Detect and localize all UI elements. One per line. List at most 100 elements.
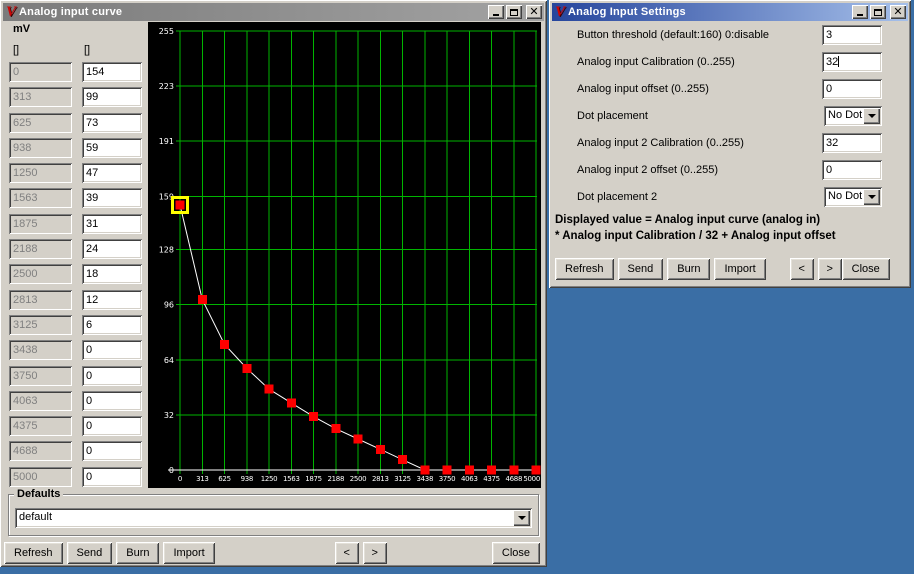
close-button[interactable]: Close — [492, 542, 540, 564]
minimize-button[interactable] — [488, 5, 504, 19]
dot-placement-dropdown[interactable]: No Dot — [824, 106, 882, 126]
curve-value-input[interactable]: 99 — [82, 87, 142, 107]
table-row: 187531 — [9, 214, 143, 234]
curve-value-input[interactable]: 73 — [82, 113, 142, 133]
analog-input-2-calibration-0-255-input[interactable]: 32 — [822, 133, 882, 153]
settings-button-row: RefreshSendBurnImport <> Close — [555, 258, 907, 280]
burn-button[interactable]: Burn — [116, 542, 159, 564]
button-threshold-default-160-0-disable-input[interactable]: 3 — [822, 25, 882, 45]
settings-field-row: Dot placement 2 No Dot — [552, 184, 908, 211]
refresh-button[interactable]: Refresh — [555, 258, 614, 280]
table-row: 2813 12 — [9, 290, 143, 310]
defaults-selected-value: default — [19, 511, 52, 523]
curve-value-input[interactable]: 154 — [82, 62, 142, 82]
curve-value-input[interactable]: 12 — [82, 290, 142, 310]
svg-text:128: 128 — [159, 246, 174, 255]
table-row: 40630 — [9, 391, 143, 411]
curve-value-input[interactable]: 24 — [82, 239, 142, 259]
maximize-icon — [510, 9, 518, 16]
displayed-value-note: Displayed value = Analog input curve (an… — [555, 214, 820, 226]
analog-input-offset-0-255-input[interactable]: 0 — [822, 79, 882, 99]
button-threshold-default-160-0-disable-label: Button threshold (default:160) 0:disable — [577, 29, 769, 41]
settings-field-row: Dot placementNo Dot — [552, 103, 908, 130]
next-button[interactable]: > — [363, 542, 387, 564]
close-button[interactable]: Close — [842, 258, 890, 280]
mv-input: 3438 — [9, 340, 72, 360]
settings-field-row: Button threshold (default:160) 0:disable… — [552, 22, 908, 49]
svg-text:191: 191 — [159, 137, 174, 146]
dot-placement-2-label: Dot placement 2 — [577, 191, 657, 203]
curve-value-input[interactable]: 0 — [82, 467, 142, 487]
analog-input-2-offset-0-255-input[interactable]: 0 — [822, 160, 882, 180]
mv-input: 1250 — [9, 163, 72, 183]
defaults-dropdown[interactable]: default — [15, 508, 532, 528]
import-button[interactable]: Import — [163, 542, 214, 564]
mv-column-header: [] — [13, 44, 19, 56]
burn-button[interactable]: Burn — [667, 258, 710, 280]
minimize-icon — [493, 14, 499, 16]
settings-window-titlebar[interactable]: V Analog Input Settings ✕ — [552, 3, 908, 21]
svg-text:4375: 4375 — [483, 475, 500, 483]
curve-window-titlebar[interactable]: V Analog input curve ✕ — [3, 3, 544, 21]
svg-text:1250: 1250 — [261, 475, 278, 483]
curve-value-input[interactable]: 0 — [82, 441, 142, 461]
maximize-button[interactable] — [506, 5, 522, 19]
svg-text:0: 0 — [178, 475, 182, 483]
dot-placement-2-dropdown[interactable]: No Dot — [824, 187, 882, 207]
curve-value-input[interactable]: 47 — [82, 163, 142, 183]
svg-text:2188: 2188 — [327, 475, 344, 483]
text-caret — [838, 56, 839, 67]
table-row: 3438 0 — [9, 340, 143, 360]
dropdown-button[interactable] — [863, 189, 880, 205]
svg-text:5000: 5000 — [523, 475, 540, 483]
svg-text:4688: 4688 — [505, 475, 522, 483]
import-button[interactable]: Import — [714, 258, 765, 280]
send-button[interactable]: Send — [67, 542, 113, 564]
table-row: 31399 — [9, 87, 143, 107]
vems-v-icon: V — [6, 5, 16, 19]
table-row: 4688 0 — [9, 441, 143, 461]
close-window-button[interactable]: ✕ — [890, 5, 906, 19]
analog-input-calibration-0-255-input[interactable]: 32 — [822, 52, 882, 72]
close-window-button[interactable]: ✕ — [526, 5, 542, 19]
send-button[interactable]: Send — [618, 258, 664, 280]
settings-field-row: Analog input Calibration (0..255) 32 — [552, 49, 908, 76]
svg-text:223: 223 — [159, 82, 174, 91]
chevron-down-icon — [868, 195, 876, 199]
svg-text:1563: 1563 — [283, 475, 300, 483]
mv-input: 2813 — [9, 290, 72, 310]
mv-input: 4688 — [9, 441, 72, 461]
curve-value-input[interactable]: 31 — [82, 214, 142, 234]
curve-value-input[interactable]: 6 — [82, 315, 142, 335]
analog-input-2-offset-0-255-label: Analog input 2 offset (0..255) — [577, 164, 718, 176]
svg-text:3750: 3750 — [439, 475, 456, 483]
mv-input: 2500 — [9, 264, 72, 284]
refresh-button[interactable]: Refresh — [4, 542, 63, 564]
curve-value-input[interactable]: 18 — [82, 264, 142, 284]
svg-text:3125: 3125 — [394, 475, 411, 483]
curve-value-input[interactable]: 59 — [82, 138, 142, 158]
curve-value-input[interactable]: 0 — [82, 416, 142, 436]
curve-value-table: 0154313996257393859125047156339187531218… — [9, 62, 143, 492]
dropdown-button[interactable] — [863, 108, 880, 124]
maximize-button[interactable] — [870, 5, 886, 19]
settings-field-row: Analog input 2 Calibration (0..255)32 — [552, 130, 908, 157]
next-button[interactable]: > — [818, 258, 842, 280]
defaults-group-label: Defaults — [14, 488, 63, 500]
minimize-button[interactable] — [852, 5, 868, 19]
curve-chart[interactable]: 0326496128159191223255031362593812501563… — [148, 22, 541, 488]
table-row: 31256 — [9, 315, 143, 335]
curve-value-input[interactable]: 0 — [82, 366, 142, 386]
table-row: 43750 — [9, 416, 143, 436]
svg-text:938: 938 — [241, 475, 253, 483]
prev-button[interactable]: < — [335, 542, 359, 564]
curve-value-input[interactable]: 0 — [82, 391, 142, 411]
analog-input-calibration-0-255-label: Analog input Calibration (0..255) — [577, 56, 735, 68]
chevron-down-icon — [868, 114, 876, 118]
table-row: 218824 — [9, 239, 143, 259]
curve-button-row: RefreshSendBurnImport <> Close — [4, 542, 543, 564]
curve-value-input[interactable]: 0 — [82, 340, 142, 360]
prev-button[interactable]: < — [790, 258, 814, 280]
defaults-dropdown-button[interactable] — [513, 510, 530, 526]
curve-value-input[interactable]: 39 — [82, 188, 142, 208]
